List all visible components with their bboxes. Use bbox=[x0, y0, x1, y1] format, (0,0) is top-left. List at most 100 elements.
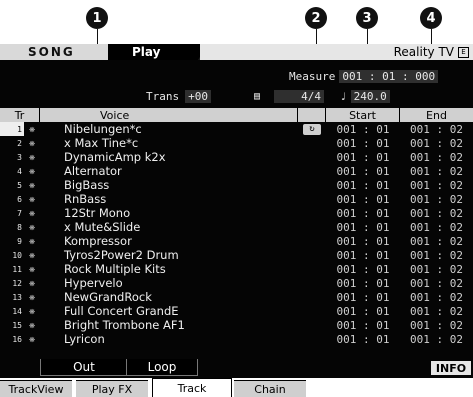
end-value[interactable]: 001 : 02 bbox=[400, 304, 473, 318]
table-row[interactable]: 11 ❋ Rock Multiple Kits 001 : 01 001 : 02 bbox=[0, 262, 473, 276]
table-row[interactable]: 15 ❋ Bright Trombone AF1 001 : 01 001 : 02 bbox=[0, 318, 473, 332]
start-value[interactable]: 001 : 01 bbox=[326, 262, 400, 276]
col-header-voice: Voice bbox=[40, 108, 298, 122]
start-value[interactable]: 001 : 01 bbox=[326, 290, 400, 304]
tab-loop[interactable]: Loop bbox=[126, 359, 198, 376]
info-button[interactable]: INFO bbox=[431, 361, 471, 375]
table-row[interactable]: 7 ❋ 12Str Mono 001 : 01 001 : 02 bbox=[0, 206, 473, 220]
track-number: 11 bbox=[12, 264, 22, 274]
col-header-loop bbox=[298, 108, 326, 122]
end-value[interactable]: 001 : 02 bbox=[400, 276, 473, 290]
tab-track[interactable]: Track bbox=[152, 378, 232, 397]
voice-name[interactable]: DynamicAmp k2x bbox=[40, 150, 298, 164]
voice-name[interactable]: BigBass bbox=[40, 178, 298, 192]
tab-play-fx[interactable]: Play FX bbox=[76, 380, 148, 397]
start-value[interactable]: 001 : 01 bbox=[326, 150, 400, 164]
loop-cell bbox=[298, 332, 326, 346]
voice-name[interactable]: x Max Tine*c bbox=[40, 136, 298, 150]
table-header: Tr Voice Start End bbox=[0, 108, 473, 122]
table-row[interactable]: 5 ❋ BigBass 001 : 01 001 : 02 bbox=[0, 178, 473, 192]
track-status-icon: ❋ bbox=[28, 291, 36, 303]
loop-cell bbox=[298, 192, 326, 206]
table-row[interactable]: 3 ❋ DynamicAmp k2x 001 : 01 001 : 02 bbox=[0, 150, 473, 164]
start-value[interactable]: 001 : 01 bbox=[326, 248, 400, 262]
start-value[interactable]: 001 : 01 bbox=[326, 220, 400, 234]
table-row[interactable]: 16 ❋ Lyricon 001 : 01 001 : 02 bbox=[0, 332, 473, 346]
table-body: 1 ❋ Nibelungen*c ↻ 001 : 01 001 : 02 2 ❋ x Max T… bbox=[0, 122, 473, 346]
tab-chain[interactable]: Chain bbox=[234, 380, 306, 397]
end-value[interactable]: 001 : 02 bbox=[400, 150, 473, 164]
end-value[interactable]: 001 : 02 bbox=[400, 262, 473, 276]
voice-name[interactable]: Nibelungen*c bbox=[40, 122, 298, 136]
voice-name[interactable]: x Mute&Slide bbox=[40, 220, 298, 234]
table-row[interactable]: 8 ❋ x Mute&Slide 001 : 01 001 : 02 bbox=[0, 220, 473, 234]
start-value[interactable]: 001 : 01 bbox=[326, 304, 400, 318]
table-row[interactable]: 13 ❋ NewGrandRock 001 : 01 001 : 02 bbox=[0, 290, 473, 304]
end-value[interactable]: 001 : 02 bbox=[400, 206, 473, 220]
start-value[interactable]: 001 : 01 bbox=[326, 276, 400, 290]
start-value[interactable]: 001 : 01 bbox=[326, 234, 400, 248]
start-value[interactable]: 001 : 01 bbox=[326, 164, 400, 178]
voice-name[interactable]: NewGrandRock bbox=[40, 290, 298, 304]
voice-name[interactable]: Full Concert GrandE bbox=[40, 304, 298, 318]
table-row[interactable]: 14 ❋ Full Concert GrandE 001 : 01 001 : 02 bbox=[0, 304, 473, 318]
table-row[interactable]: 6 ❋ RnBass 001 : 01 001 : 02 bbox=[0, 192, 473, 206]
track-status-icon: ❋ bbox=[28, 193, 36, 205]
start-value[interactable]: 001 : 01 bbox=[326, 136, 400, 150]
start-value[interactable]: 001 : 01 bbox=[326, 192, 400, 206]
voice-name[interactable]: Kompressor bbox=[40, 234, 298, 248]
voice-name[interactable]: RnBass bbox=[40, 192, 298, 206]
end-value[interactable]: 001 : 02 bbox=[400, 234, 473, 248]
loop-cell bbox=[298, 248, 326, 262]
track-number: 1 bbox=[0, 122, 24, 136]
end-value[interactable]: 001 : 02 bbox=[400, 192, 473, 206]
voice-name[interactable]: Tyros2Power2 Drum bbox=[40, 248, 298, 262]
voice-name[interactable]: Bright Trombone AF1 bbox=[40, 318, 298, 332]
start-value[interactable]: 001 : 01 bbox=[326, 122, 400, 136]
track-number: 7 bbox=[17, 208, 22, 218]
end-value[interactable]: 001 : 02 bbox=[400, 164, 473, 178]
start-value[interactable]: 001 : 01 bbox=[326, 206, 400, 220]
track-status-icon: ❋ bbox=[28, 123, 36, 135]
start-value[interactable]: 001 : 01 bbox=[326, 318, 400, 332]
end-value[interactable]: 001 : 02 bbox=[400, 318, 473, 332]
end-value[interactable]: 001 : 02 bbox=[400, 248, 473, 262]
tab-trackview[interactable]: TrackView bbox=[0, 380, 72, 397]
voice-name[interactable]: Rock Multiple Kits bbox=[40, 262, 298, 276]
track-status-icon: ❋ bbox=[28, 151, 36, 163]
voice-name[interactable]: 12Str Mono bbox=[40, 206, 298, 220]
start-value[interactable]: 001 : 01 bbox=[326, 332, 400, 346]
end-value[interactable]: 001 : 02 bbox=[400, 178, 473, 192]
table-row[interactable]: 12 ❋ Hypervelo 001 : 01 001 : 02 bbox=[0, 276, 473, 290]
start-value[interactable]: 001 : 01 bbox=[326, 178, 400, 192]
loop-cell bbox=[298, 220, 326, 234]
trans-value[interactable]: +00 bbox=[185, 89, 211, 103]
end-value[interactable]: 001 : 02 bbox=[400, 332, 473, 346]
end-value[interactable]: 001 : 02 bbox=[400, 290, 473, 304]
loop-icon[interactable]: ↻ bbox=[303, 123, 321, 135]
tempo-row: ♩ 240.0 bbox=[340, 89, 390, 103]
table-row[interactable]: 9 ❋ Kompressor 001 : 01 001 : 02 bbox=[0, 234, 473, 248]
voice-name[interactable]: Hypervelo bbox=[40, 276, 298, 290]
loop-cell bbox=[298, 136, 326, 150]
sub-tab-bar: Out Loop bbox=[0, 359, 473, 376]
table-row[interactable]: 10 ❋ Tyros2Power2 Drum 001 : 01 001 : 02 bbox=[0, 248, 473, 262]
table-row[interactable]: 4 ❋ Alternator 001 : 01 001 : 02 bbox=[0, 164, 473, 178]
table-row[interactable]: 1 ❋ Nibelungen*c ↻ 001 : 01 001 : 02 bbox=[0, 122, 473, 136]
loop-cell bbox=[298, 276, 326, 290]
track-status-icon: ❋ bbox=[28, 249, 36, 261]
voice-name[interactable]: Alternator bbox=[40, 164, 298, 178]
end-value[interactable]: 001 : 02 bbox=[400, 122, 473, 136]
end-value[interactable]: 001 : 02 bbox=[400, 220, 473, 234]
tempo-value[interactable]: 240.0 bbox=[350, 89, 390, 103]
end-value[interactable]: 001 : 02 bbox=[400, 136, 473, 150]
tab-out[interactable]: Out bbox=[40, 359, 128, 376]
synth-screen: SONG Play Reality TV E Measure 001 : 01 … bbox=[0, 44, 473, 397]
track-number: 2 bbox=[17, 138, 22, 148]
edit-icon: E bbox=[458, 46, 469, 58]
measure-value[interactable]: 001 : 01 : 000 bbox=[339, 69, 439, 83]
voice-name[interactable]: Lyricon bbox=[40, 332, 298, 346]
time-signature[interactable]: 4/4 bbox=[274, 89, 325, 103]
table-row[interactable]: 2 ❋ x Max Tine*c 001 : 01 001 : 02 bbox=[0, 136, 473, 150]
track-status-icon: ❋ bbox=[28, 165, 36, 177]
